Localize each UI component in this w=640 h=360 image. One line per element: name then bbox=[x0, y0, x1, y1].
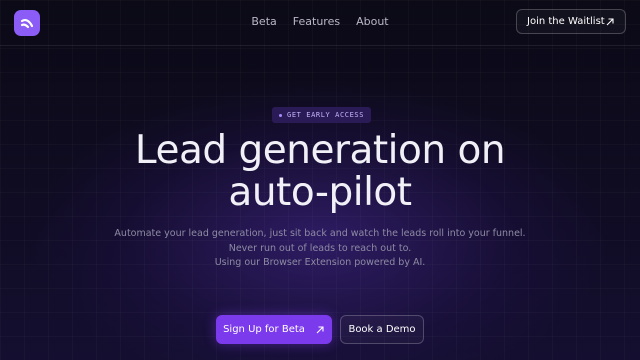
header-divider bbox=[0, 45, 640, 46]
badge-dot-icon bbox=[279, 113, 282, 117]
badge-label: GET EARLY ACCESS bbox=[287, 111, 365, 119]
nav-link-features[interactable]: Features bbox=[293, 15, 340, 29]
nav-link-beta[interactable]: Beta bbox=[251, 15, 276, 29]
book-demo-label: Book a Demo bbox=[348, 324, 416, 335]
early-access-badge: GET EARLY ACCESS bbox=[272, 107, 372, 123]
headline-line-2: auto-pilot bbox=[228, 170, 412, 215]
join-waitlist-label: Join the Waitlist bbox=[527, 16, 605, 27]
sign-up-beta-button[interactable]: Sign Up for Beta bbox=[216, 315, 332, 344]
subtext-line-3: Using our Browser Extension powered by A… bbox=[214, 257, 426, 268]
join-waitlist-button[interactable]: Join the Waitlist bbox=[516, 9, 626, 34]
arrow-up-right-icon bbox=[605, 17, 615, 27]
sign-up-beta-label: Sign Up for Beta bbox=[223, 324, 305, 335]
nav-link-about[interactable]: About bbox=[356, 15, 389, 29]
headline-line-1: Lead generation on bbox=[134, 128, 506, 173]
book-demo-button[interactable]: Book a Demo bbox=[340, 315, 424, 344]
subtext-line-1: Automate your lead generation, just sit … bbox=[114, 228, 526, 239]
arrow-up-right-icon bbox=[315, 325, 325, 335]
subtext-line-2: Never run out of leads to reach out to. bbox=[228, 243, 412, 254]
